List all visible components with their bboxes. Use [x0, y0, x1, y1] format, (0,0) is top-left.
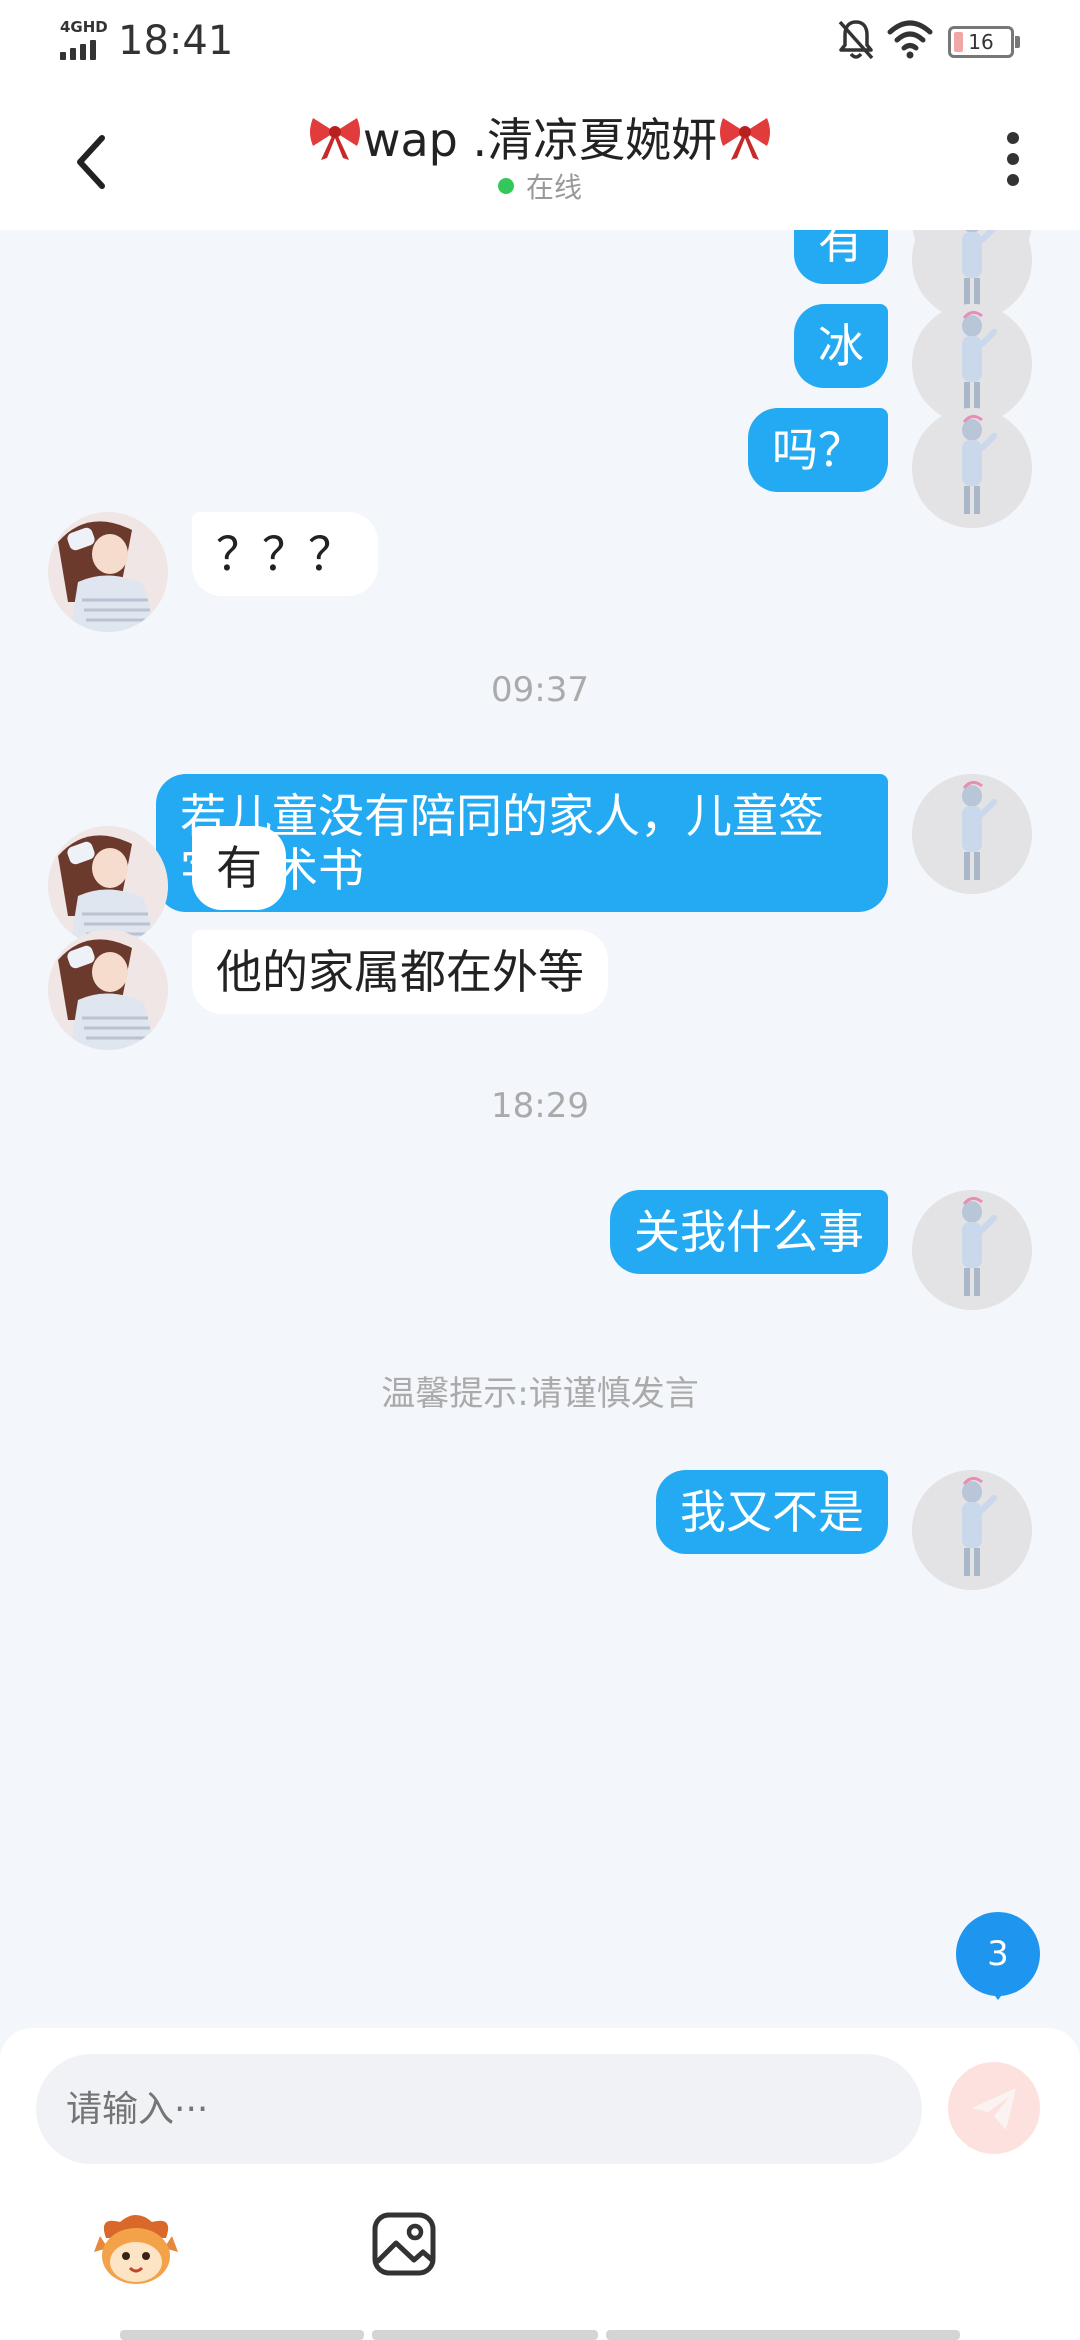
presence-label: 在线 — [525, 171, 582, 204]
status-bar: 4GHD 18:41 16 — [0, 0, 1080, 84]
message-bubble[interactable]: 有 — [794, 230, 888, 284]
send-button[interactable] — [948, 2062, 1040, 2154]
timestamp-label: 09:37 — [491, 670, 589, 710]
image-icon[interactable] — [370, 2210, 438, 2278]
my-avatar[interactable] — [912, 408, 1032, 528]
message-bubble[interactable]: 有 — [192, 826, 286, 910]
message-bubble[interactable]: 吗？ — [748, 408, 888, 492]
chat-header: wap .清凉夏婉妍 在线 — [0, 84, 1080, 230]
signal-icon — [60, 40, 106, 60]
my-avatar[interactable] — [912, 304, 1032, 424]
presence-status: 在线 — [0, 166, 1080, 206]
sticker-icon[interactable] — [92, 2208, 180, 2288]
message-bubble[interactable]: ？？？ — [192, 512, 378, 596]
message-bubble[interactable]: 我又不是 — [656, 1470, 888, 1554]
bow-icon — [309, 118, 360, 160]
network-type: 4GHD — [60, 18, 108, 36]
mute-icon — [838, 20, 874, 60]
message-bubble[interactable]: 他的家属都在外等 — [192, 930, 608, 1014]
chat-title-text: wap .清凉夏婉妍 — [362, 113, 718, 167]
chat-title: wap .清凉夏婉妍 — [0, 104, 1080, 170]
contact-avatar[interactable] — [48, 930, 168, 1050]
message-list[interactable]: 有冰吗？？？？09:37 若儿童没有陪同的家人，儿童签字手术书有他的家属都在外等… — [0, 230, 1080, 2030]
message-bubble[interactable]: 冰 — [794, 304, 888, 388]
network-indicator: 4GHD — [60, 18, 110, 60]
wifi-icon — [887, 20, 933, 59]
unread-badge[interactable]: 3 — [956, 1912, 1040, 2000]
battery-indicator: 16 — [948, 26, 1020, 58]
send-icon — [972, 2088, 1016, 2130]
tip-text: 温馨提示:请谨慎发言 — [381, 1374, 699, 1414]
my-avatar[interactable] — [912, 1190, 1032, 1310]
contact-avatar[interactable] — [48, 512, 168, 632]
battery-level: 16 — [968, 30, 994, 54]
more-icon[interactable] — [1000, 124, 1030, 194]
status-time: 18:41 — [118, 18, 234, 64]
home-indicator — [120, 2330, 960, 2340]
online-dot — [497, 178, 514, 194]
message-input[interactable] — [36, 2054, 922, 2164]
my-avatar[interactable] — [912, 1470, 1032, 1590]
my-avatar[interactable] — [912, 774, 1032, 894]
bow-icon — [720, 118, 771, 160]
input-panel — [0, 2028, 1080, 2340]
message-bubble[interactable]: 关我什么事 — [610, 1190, 888, 1274]
timestamp-label: 18:29 — [491, 1086, 589, 1126]
contact-avatar[interactable] — [48, 826, 168, 946]
